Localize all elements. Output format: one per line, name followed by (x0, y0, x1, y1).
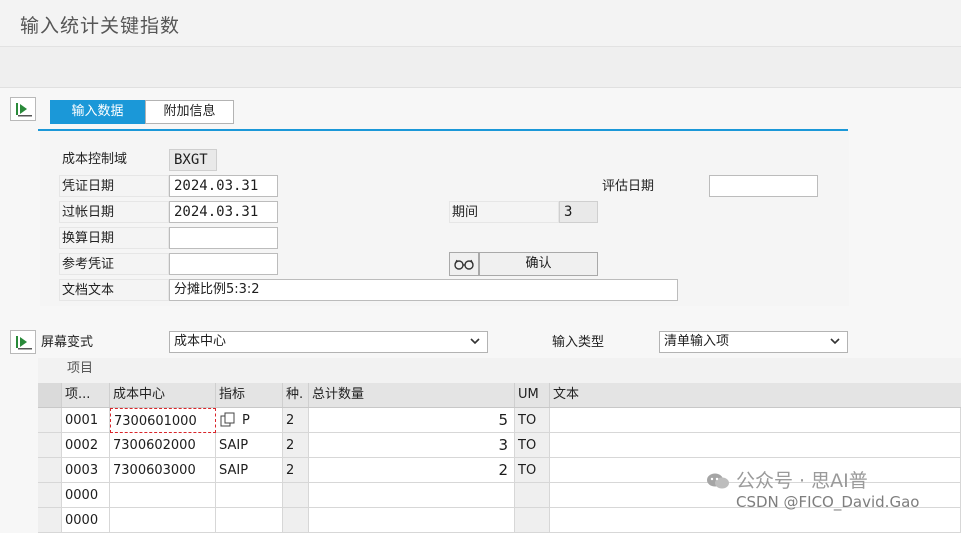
doc-date-field[interactable]: 2024.03.31 (169, 175, 278, 197)
doc-text-field[interactable]: 分摊比例5:3:2 (169, 279, 678, 301)
translation-date-label: 换算日期 (59, 227, 169, 249)
row-selector[interactable] (38, 508, 62, 533)
cell-indicator[interactable]: SAIP (216, 433, 283, 458)
cell-type[interactable] (283, 508, 309, 533)
ref-doc-field[interactable] (169, 253, 278, 275)
cell-text[interactable] (550, 408, 961, 433)
tab-additional-info[interactable]: 附加信息 (145, 100, 234, 124)
cell-item[interactable]: 0003 (62, 458, 110, 483)
screen-variant-select[interactable]: 成本中心 (169, 331, 488, 353)
cell-um[interactable] (515, 508, 550, 533)
items-section-label: 项目 (67, 361, 94, 376)
row-selector[interactable] (38, 458, 62, 483)
glasses-icon (454, 259, 474, 270)
collapse-panel-icon (16, 336, 32, 350)
cell-item[interactable]: 0000 (62, 508, 110, 533)
ref-doc-label: 参考凭证 (59, 253, 169, 275)
watermark-line1: 公众号 · 思AI普 (736, 470, 868, 492)
row-selector-header[interactable] (38, 383, 62, 407)
cell-um[interactable]: TO (515, 433, 550, 458)
period-field: 3 (559, 201, 598, 223)
column-header-text[interactable]: 文本 (550, 383, 961, 407)
cell-item[interactable]: 0001 (62, 408, 110, 433)
column-header-type[interactable]: 种. (283, 383, 309, 407)
tab-input-data[interactable]: 输入数据 (50, 100, 145, 124)
valuation-date-field[interactable] (709, 175, 818, 197)
column-header-cost-center[interactable]: 成本中心 (110, 383, 216, 407)
table-row: 0001 7300601000 P 2 5 TO (38, 408, 961, 433)
screen-variant-value: 成本中心 (174, 334, 227, 349)
cost-area-label: 成本控制域 (62, 152, 128, 167)
collapse-items-button[interactable] (10, 330, 36, 354)
cell-indicator[interactable]: SAIP (216, 458, 283, 483)
cell-total-qty[interactable] (309, 508, 515, 533)
cell-indicator[interactable] (216, 508, 283, 533)
cell-type[interactable] (283, 483, 309, 508)
cell-cost-center[interactable] (110, 508, 216, 533)
row-selector[interactable] (38, 408, 62, 433)
application-toolbar (0, 47, 961, 88)
window-title: 输入统计关键指数 (20, 15, 181, 37)
watermark-csdn: CSDN @FICO_David.Gao (736, 493, 920, 511)
chevron-down-icon (830, 338, 840, 345)
table-row: 0002 7300602000 SAIP 2 3 TO (38, 433, 961, 458)
cell-cost-center[interactable]: 7300601000 (110, 408, 216, 433)
row-selector[interactable] (38, 433, 62, 458)
cell-indicator-value: P (242, 413, 250, 428)
cell-um[interactable]: TO (515, 458, 550, 483)
column-header-um[interactable]: UM (515, 383, 550, 407)
cell-cost-center[interactable] (110, 483, 216, 508)
doc-text-label: 文档文本 (59, 279, 169, 301)
cost-area-field: BXGT (169, 149, 217, 171)
cell-cost-center[interactable]: 7300603000 (110, 458, 216, 483)
cell-text[interactable] (550, 433, 961, 458)
cell-indicator[interactable] (216, 483, 283, 508)
cell-indicator[interactable]: P (216, 408, 283, 433)
column-header-item[interactable]: 项... (62, 383, 110, 407)
row-selector[interactable] (38, 483, 62, 508)
doc-date-label: 凭证日期 (59, 175, 169, 197)
cell-total-qty[interactable] (309, 483, 515, 508)
cell-total-qty[interactable]: 5 (309, 408, 515, 433)
cell-type[interactable]: 2 (283, 433, 309, 458)
cell-text[interactable] (550, 508, 961, 533)
cell-total-qty[interactable]: 2 (309, 458, 515, 483)
glasses-button[interactable] (449, 252, 479, 276)
wechat-icon (707, 473, 729, 489)
posting-date-label: 过帐日期 (59, 201, 169, 223)
column-header-total-qty[interactable]: 总计数量 (309, 383, 515, 407)
translation-date-field[interactable] (169, 227, 278, 249)
cell-type[interactable]: 2 (283, 408, 309, 433)
table-row: 0000 (38, 508, 961, 533)
posting-date-field[interactable]: 2024.03.31 (169, 201, 278, 223)
input-type-select[interactable]: 清单输入项 (659, 331, 848, 353)
input-type-value: 清单输入项 (664, 334, 730, 349)
collapse-header-button[interactable] (10, 97, 36, 121)
cell-type[interactable]: 2 (283, 458, 309, 483)
cell-item[interactable]: 0002 (62, 433, 110, 458)
cell-cost-center[interactable]: 7300602000 (110, 433, 216, 458)
watermark-wechat: 公众号 · 思AI普 (706, 466, 868, 493)
input-type-label: 输入类型 (552, 335, 605, 350)
period-label: 期间 (449, 201, 559, 223)
screen-variant-label: 屏幕变式 (41, 335, 94, 350)
cell-um[interactable]: TO (515, 408, 550, 433)
value-help-icon[interactable] (220, 412, 236, 428)
grid-header: 项... 成本中心 指标 种. 总计数量 UM 文本 (38, 383, 961, 408)
cell-item[interactable]: 0000 (62, 483, 110, 508)
valuation-date-label: 评估日期 (602, 179, 655, 194)
collapse-panel-icon (16, 103, 32, 117)
confirm-button[interactable]: 确认 (479, 252, 598, 276)
chevron-down-icon (470, 338, 480, 345)
column-header-indicator[interactable]: 指标 (216, 383, 283, 407)
cell-total-qty[interactable]: 3 (309, 433, 515, 458)
cell-um[interactable] (515, 483, 550, 508)
